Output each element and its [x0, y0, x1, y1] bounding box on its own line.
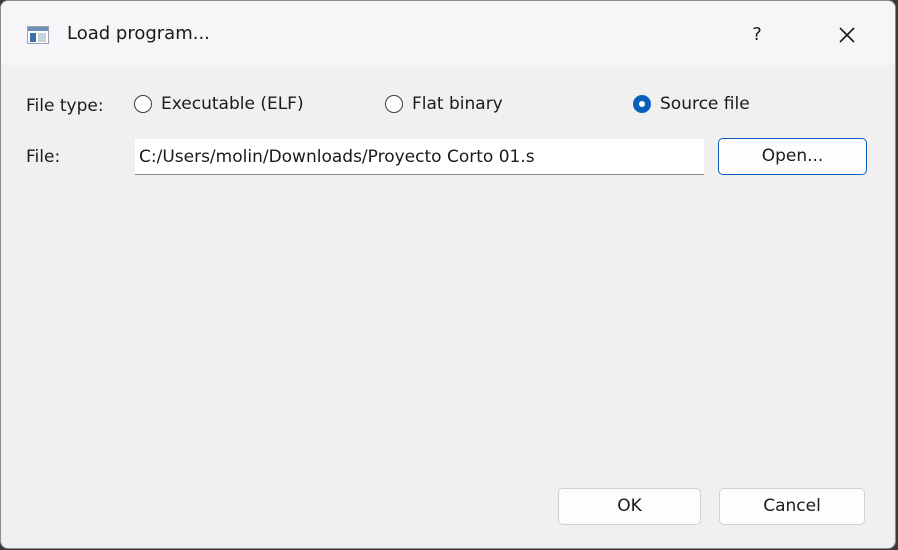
radio-executable-elf-label: Executable (ELF) [161, 94, 304, 114]
close-icon [839, 27, 855, 43]
radio-source-file-indicator[interactable] [633, 95, 651, 113]
close-button[interactable] [833, 21, 861, 49]
radio-executable-elf-indicator[interactable] [134, 95, 152, 113]
radio-flat-binary[interactable]: Flat binary [385, 93, 503, 115]
file-type-label: File type: [26, 96, 104, 116]
radio-source-file-label: Source file [660, 94, 750, 114]
cancel-button[interactable]: Cancel [719, 488, 865, 525]
radio-flat-binary-indicator[interactable] [385, 95, 403, 113]
window-app-icon [27, 26, 49, 44]
file-label: File: [26, 147, 61, 167]
open-button[interactable]: Open... [718, 138, 867, 175]
ok-button[interactable]: OK [558, 488, 701, 525]
title-bar[interactable]: Load program... ? [1, 1, 895, 65]
radio-source-file[interactable]: Source file [633, 93, 750, 115]
help-button[interactable]: ? [743, 21, 771, 49]
window-title: Load program... [67, 23, 210, 44]
radio-flat-binary-label: Flat binary [412, 94, 503, 114]
file-path-input[interactable] [135, 139, 704, 175]
radio-executable-elf[interactable]: Executable (ELF) [134, 93, 304, 115]
load-program-dialog: Load program... ? File type: Executable … [0, 0, 896, 549]
